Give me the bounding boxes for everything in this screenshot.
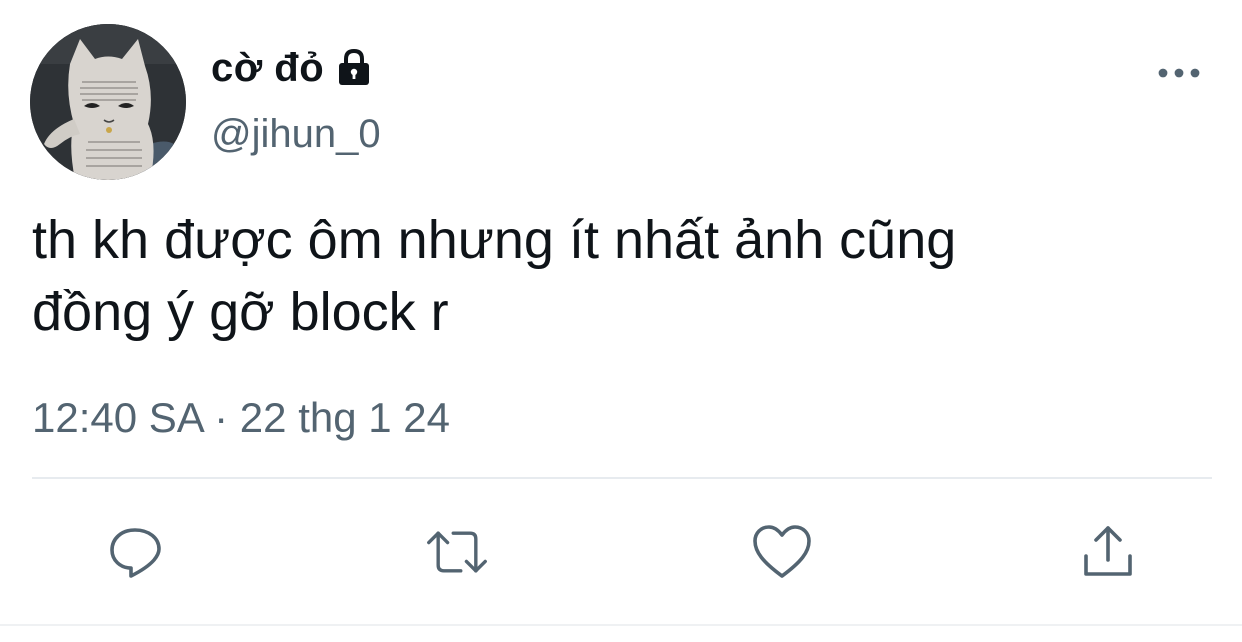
retweet-button[interactable] xyxy=(425,520,489,584)
heart-icon xyxy=(753,525,811,578)
share-button[interactable] xyxy=(1076,520,1140,584)
more-horizontal-icon xyxy=(1158,68,1200,78)
reply-icon xyxy=(110,528,161,578)
bottom-divider xyxy=(0,624,1242,626)
retweet-icon xyxy=(427,531,487,573)
share-icon xyxy=(1084,526,1132,576)
like-button[interactable] xyxy=(750,520,814,584)
more-options-button[interactable] xyxy=(1152,58,1206,88)
divider xyxy=(32,477,1212,479)
tweet-timestamp[interactable]: 12:40 SA · 22 thg 1 24 xyxy=(32,394,450,442)
cat-avatar-icon xyxy=(30,24,186,180)
tweet-detail: cờ đỏ @jihun_0 th kh được ôm nhưng ít nh… xyxy=(0,0,1242,642)
reply-button[interactable] xyxy=(103,520,167,584)
user-handle[interactable]: @jihun_0 xyxy=(211,112,381,157)
user-name-row: cờ đỏ xyxy=(211,40,374,96)
display-name[interactable]: cờ đỏ xyxy=(211,46,324,91)
tweet-text: th kh được ôm nhưng ít nhất ảnh cũng đồn… xyxy=(32,210,957,342)
avatar[interactable] xyxy=(30,24,186,180)
lock-icon xyxy=(334,48,374,88)
